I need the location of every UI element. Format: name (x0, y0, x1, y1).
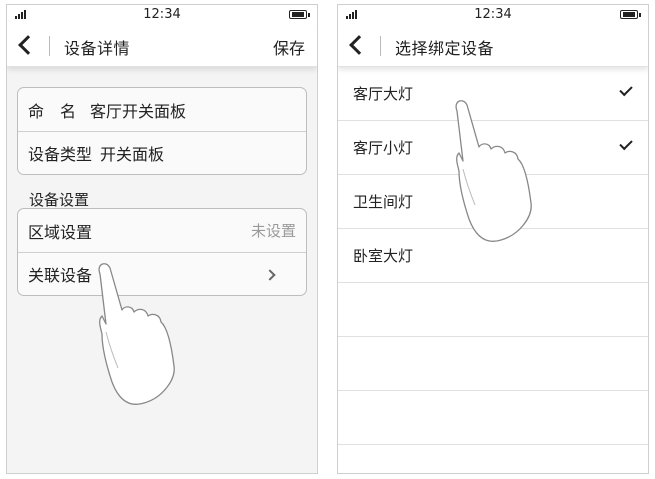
back-chevron-icon[interactable] (349, 35, 369, 55)
area-setting-label: 区域设置 (28, 222, 93, 242)
content-area: 命 名 客厅开关面板 设备类型 开关面板 设备设置 区域设置 未设置 关联设备 (7, 67, 317, 473)
device-type-row: 设备类型 开关面板 (18, 131, 306, 174)
device-name-label: 命 名 (28, 101, 77, 121)
device-option-row[interactable]: 客厅小灯 (338, 121, 648, 175)
device-list: 客厅大灯客厅小灯卫生间灯卧室大灯 (338, 67, 648, 473)
device-info-card: 命 名 客厅开关面板 设备类型 开关面板 (17, 87, 307, 175)
device-type-label: 设备类型 (28, 145, 93, 164)
status-time: 12:34 (143, 7, 181, 22)
checkmark-icon (619, 136, 633, 151)
device-option-row[interactable]: 客厅大灯 (338, 67, 648, 121)
status-time: 12:34 (474, 7, 512, 22)
page-title: 设备详情 (64, 39, 131, 58)
chevron-right-icon (264, 269, 276, 281)
device-option-label: 卫生间灯 (353, 193, 414, 211)
device-option-row[interactable]: 卫生间灯 (338, 175, 648, 229)
device-name-value: 客厅开关面板 (90, 101, 187, 121)
device-type-value: 开关面板 (100, 145, 165, 164)
empty-list-row (338, 337, 648, 391)
nav-divider (380, 36, 381, 56)
nav-bar: 设备详情 保存 (7, 25, 317, 67)
device-name-row[interactable]: 命 名 客厅开关面板 (18, 88, 306, 131)
device-option-label: 卧室大灯 (353, 247, 414, 265)
section-title-device-settings: 设备设置 (29, 191, 90, 209)
device-option-label: 客厅小灯 (353, 139, 414, 157)
save-button[interactable]: 保存 (273, 35, 305, 59)
status-bar: 12:34 (7, 5, 317, 25)
status-bar: 12:34 (338, 5, 648, 25)
empty-list-row (338, 391, 648, 445)
linked-devices-label: 关联设备 (28, 266, 93, 285)
nav-divider (49, 36, 50, 56)
battery-icon (289, 10, 310, 19)
battery-icon (620, 10, 641, 19)
empty-list-row (338, 283, 648, 337)
device-option-label: 客厅大灯 (353, 85, 414, 103)
device-option-row[interactable]: 卧室大灯 (338, 229, 648, 283)
device-detail-screen: 12:34 设备详情 保存 命 名 客厅开关面板 设备类型 开关面板 设备设置 … (6, 4, 318, 474)
select-bound-device-screen: 12:34 选择绑定设备 客厅大灯客厅小灯卫生间灯卧室大灯 (337, 4, 649, 474)
nav-bar: 选择绑定设备 (338, 25, 648, 67)
linked-devices-row[interactable]: 关联设备 (18, 252, 306, 295)
page-title: 选择绑定设备 (395, 39, 495, 58)
back-chevron-icon[interactable] (18, 35, 38, 55)
area-setting-status: 未设置 (250, 222, 296, 240)
device-settings-card: 区域设置 未设置 关联设备 (17, 208, 307, 296)
checkmark-icon (619, 82, 633, 97)
area-setting-row[interactable]: 区域设置 未设置 (18, 209, 306, 252)
